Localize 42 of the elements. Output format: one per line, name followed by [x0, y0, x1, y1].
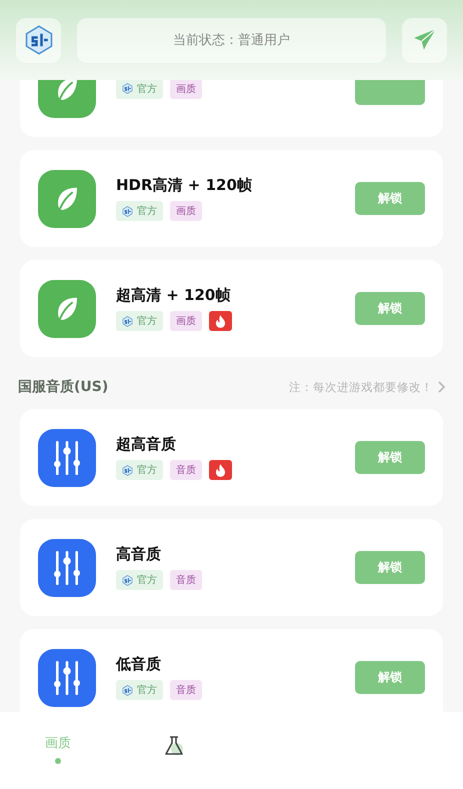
- equalizer-icon: [51, 548, 83, 586]
- official-tag: 官方: [116, 680, 163, 700]
- category-tag: 画质: [170, 201, 202, 221]
- active-dot: [55, 758, 61, 764]
- nav-tab[interactable]: 画质: [0, 734, 116, 764]
- section-note[interactable]: 注：每次进游戏都要修改！: [289, 380, 445, 394]
- section-title: 国服音质(US): [18, 378, 108, 396]
- unlock-button[interactable]: 解锁: [355, 661, 425, 694]
- category-tag: 画质: [170, 80, 202, 98]
- hexagon-logo-icon: [122, 464, 133, 476]
- fire-icon: [209, 311, 232, 331]
- feature-title: HDR高清 + 120帧: [116, 176, 253, 195]
- official-tag: 官方: [116, 311, 163, 331]
- chevron-icon: [437, 381, 445, 393]
- equalizer-icon: [51, 658, 83, 696]
- feature-title: 高音质: [116, 545, 162, 564]
- hexagon-logo-icon: [122, 206, 133, 216]
- hexagon-logo-icon: [122, 83, 133, 94]
- unlock-button[interactable]: 解锁: [355, 292, 425, 325]
- equalizer-icon: [51, 438, 83, 476]
- feature-title: 低音质: [116, 655, 162, 674]
- flask-icon: [162, 734, 186, 758]
- unlock-button[interactable]: 解锁: [355, 551, 425, 584]
- official-tag: 官方: [116, 201, 163, 221]
- hexagon-logo-icon: [24, 25, 54, 55]
- feature-title: 超高音质: [116, 435, 177, 454]
- category-tag: 音质: [170, 460, 202, 480]
- official-tag: 官方: [116, 460, 163, 480]
- fire-icon: [209, 460, 232, 480]
- logo-button[interactable]: [16, 18, 61, 62]
- official-tag: 官方: [116, 80, 163, 98]
- category-tag: 音质: [170, 570, 202, 590]
- hexagon-logo-icon: [122, 316, 133, 326]
- feature-title: 超高清 + 120帧: [116, 286, 232, 305]
- category-tag: 音质: [170, 680, 202, 700]
- unlock-button[interactable]: 解锁: [355, 182, 425, 215]
- status-field: 当前状态：普通用户: [77, 18, 386, 62]
- unlock-button[interactable]: 解锁: [355, 441, 425, 474]
- hexagon-logo-icon: [122, 684, 133, 696]
- hexagon-logo-icon: [122, 574, 133, 586]
- official-tag: 官方: [116, 570, 163, 590]
- category-tag: 画质: [170, 311, 202, 331]
